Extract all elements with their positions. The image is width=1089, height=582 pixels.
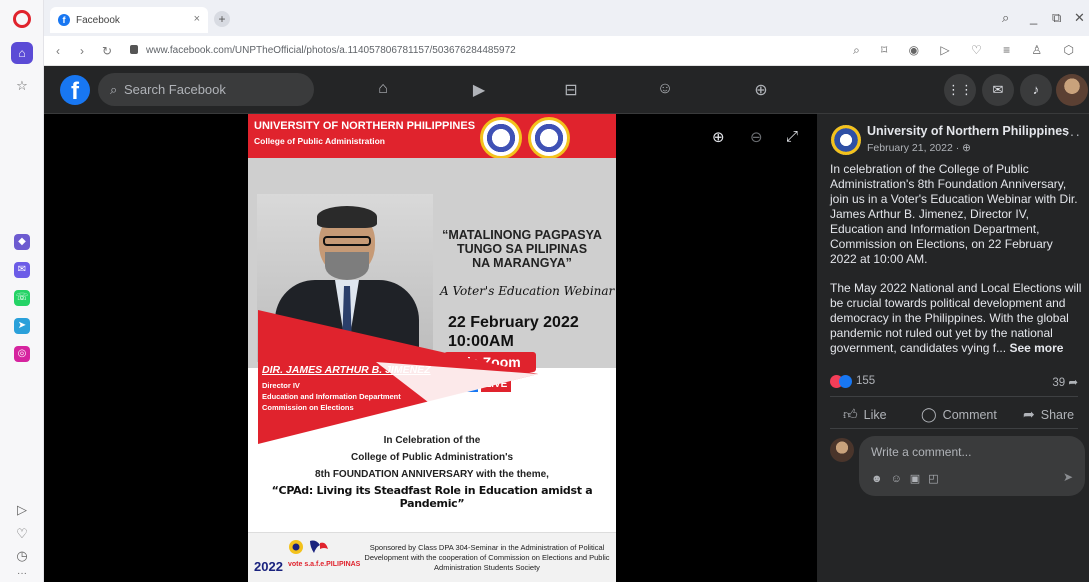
post-paragraph-2: The May 2022 National and Local Election… <box>830 281 1082 355</box>
instagram-icon[interactable]: ◎ <box>14 346 30 362</box>
page-avatar[interactable] <box>831 125 861 155</box>
post-date[interactable]: February 21, 2022 · ⊕ <box>867 142 971 154</box>
poster-image: UNIVERSITY OF NORTHERN PHILIPPINES Colle… <box>248 114 616 582</box>
zoom-out-icon[interactable]: ⊖ <box>750 128 763 146</box>
messenger-button-icon[interactable]: ✉ <box>982 74 1014 106</box>
post-paragraph-1: In celebration of the College of Public … <box>830 162 1078 266</box>
footer-brand: vote s.a.f.e.PILIPINAS <box>288 561 361 568</box>
new-tab-button[interactable]: + <box>214 11 230 27</box>
reaction-count[interactable]: 155 <box>856 375 875 387</box>
thumb-up-icon: 👍︎ <box>843 406 858 422</box>
restore-icon[interactable]: ⧉ <box>1052 10 1061 26</box>
reactions-bar: 155 39 ➦ <box>830 374 1078 390</box>
marketplace-nav-icon[interactable]: ⊟ <box>560 80 582 102</box>
poster-university: UNIVERSITY OF NORTHERN PHILIPPINES <box>254 120 476 132</box>
page-name[interactable]: University of Northern Philippines <box>867 124 1069 138</box>
post-text: In celebration of the College of Public … <box>830 162 1082 370</box>
comment-icon: ◯ <box>921 406 937 422</box>
post-panel: University of Northern Philippines Febru… <box>817 114 1089 582</box>
college-seal-logo <box>528 117 570 159</box>
home-icon[interactable]: ⌂ <box>11 42 33 64</box>
speaker-details: Director IV Education and Information De… <box>262 381 401 412</box>
more-icon[interactable]: ··· <box>14 566 30 582</box>
back-icon[interactable]: ‹ <box>56 44 60 58</box>
share-icon: ➦ <box>1023 406 1035 422</box>
minimize-icon[interactable]: _ <box>1030 10 1037 25</box>
reload-icon[interactable]: ↻ <box>102 44 112 58</box>
search-tabs-icon[interactable]: ⌕ <box>1002 10 1009 26</box>
zoom-in-icon[interactable]: ⊕ <box>712 128 725 146</box>
share-count[interactable]: 39 ➦ <box>1052 375 1078 389</box>
screen: ⌂ ☆ ◆ ✉ ☏ ➤ ◎ ▷ ♡ ◷ ··· f Facebook × + ⌕… <box>0 0 1089 582</box>
tab-facebook[interactable]: f Facebook × <box>50 7 208 33</box>
close-tab-icon[interactable]: × <box>194 13 200 25</box>
lock-icon <box>130 45 138 54</box>
divider <box>830 428 1078 429</box>
send-icon[interactable]: ➤ <box>1063 470 1073 484</box>
poster-theme: “CPAd: Living its Steadfast Role in Educ… <box>271 484 593 510</box>
facebook-favicon-icon: f <box>58 14 70 26</box>
poster-college: College of Public Administration <box>254 136 385 146</box>
telegram-icon[interactable]: ➤ <box>14 318 30 334</box>
poster-sponsor: Sponsored by Class DPA 304-Seminar in th… <box>364 543 610 572</box>
favorites-icon[interactable]: ♡ <box>14 526 30 542</box>
share-arrow-icon: ➦ <box>1068 377 1078 389</box>
fullscreen-icon[interactable]: ⤢ <box>786 128 798 145</box>
poster-webinar-title: A Voter's Education Webinar <box>440 284 615 298</box>
speaker-name: DIR. JAMES ARTHUR B. JIMENEZ <box>262 364 431 376</box>
facebook-logo-icon[interactable]: f <box>60 75 90 105</box>
browser-toolbar-icons[interactable]: ⌕ ⌑ ◉ ▷ ♡ ≡ ♙ ⬡ <box>853 43 1083 58</box>
history-icon[interactable]: ◷ <box>14 548 30 564</box>
groups-nav-icon[interactable]: ☺ <box>654 80 676 102</box>
more-options-icon[interactable]: ··· <box>1064 126 1081 142</box>
player-icon[interactable]: ▷ <box>14 502 30 518</box>
opera-logo-icon[interactable] <box>13 10 31 28</box>
address-bar: ‹ › ↻ www.facebook.com/UNPTheOfficial/ph… <box>44 36 1089 66</box>
close-window-icon[interactable]: ✕ <box>1074 10 1085 26</box>
comment-box[interactable]: Write a comment... ☻☺▣◰ ➤ <box>859 436 1085 496</box>
commenter-avatar <box>830 438 854 462</box>
facebook-header: f ⌕ Search Facebook ⌂ ▶ ⊟ ☺ ⊕ ⋮⋮ ✉ ♪ <box>44 66 1089 114</box>
poster-celebration: In Celebration of the College of Public … <box>315 435 549 480</box>
comment-attachment-icons[interactable]: ☻☺▣◰ <box>871 472 947 485</box>
search-input[interactable]: Search Facebook <box>124 82 226 97</box>
share-button[interactable]: ➦ Share <box>1023 406 1074 423</box>
watch-nav-icon[interactable]: ▶ <box>468 80 490 102</box>
comment-input[interactable]: Write a comment... <box>871 445 971 459</box>
poster-footer: 2022 vote s.a.f.e.PILIPINAS Sponsored by… <box>248 532 616 582</box>
tab-bar: f Facebook × + ⌕ _ ⧉ ✕ <box>44 0 1089 36</box>
search-box[interactable]: ⌕ Search Facebook <box>98 73 314 106</box>
footer-year: 2022 <box>254 559 283 574</box>
photo-viewer: UNIVERSITY OF NORTHERN PHILIPPINES Colle… <box>44 114 817 582</box>
red-arrow-graphic <box>258 310 538 444</box>
home-nav-icon[interactable]: ⌂ <box>372 80 394 102</box>
like-reaction-icon <box>839 375 852 388</box>
tab-title: Facebook <box>76 15 120 26</box>
bookmarks-icon[interactable]: ☆ <box>14 78 30 94</box>
unp-seal-logo <box>480 117 522 159</box>
see-more-link[interactable]: See more <box>1009 341 1063 355</box>
messenger-icon[interactable]: ✉ <box>14 262 30 278</box>
gaming-nav-icon[interactable]: ⊕ <box>750 80 772 102</box>
notifications-icon[interactable]: ♪ <box>1020 74 1052 106</box>
whatsapp-icon[interactable]: ☏ <box>14 290 30 306</box>
comment-button[interactable]: ◯ Comment <box>921 406 997 423</box>
menu-grid-icon[interactable]: ⋮⋮ <box>944 74 976 106</box>
opera-sidebar: ⌂ ☆ ◆ ✉ ☏ ➤ ◎ ▷ ♡ ◷ ··· <box>0 0 44 582</box>
globe-icon: ⊕ <box>962 142 971 154</box>
aria-icon[interactable]: ◆ <box>14 234 30 250</box>
like-button[interactable]: 👍︎ Like <box>843 406 887 423</box>
profile-avatar[interactable] <box>1056 74 1088 106</box>
poster-header: UNIVERSITY OF NORTHERN PHILIPPINES Colle… <box>248 114 616 159</box>
forward-icon[interactable]: › <box>80 44 84 58</box>
search-icon: ⌕ <box>110 82 118 97</box>
url-field[interactable]: www.facebook.com/UNPTheOfficial/photos/a… <box>146 45 516 56</box>
poster-quote: “MATALINONG PAGPASYA TUNGO SA PILIPINAS … <box>442 228 602 270</box>
divider <box>830 396 1078 397</box>
